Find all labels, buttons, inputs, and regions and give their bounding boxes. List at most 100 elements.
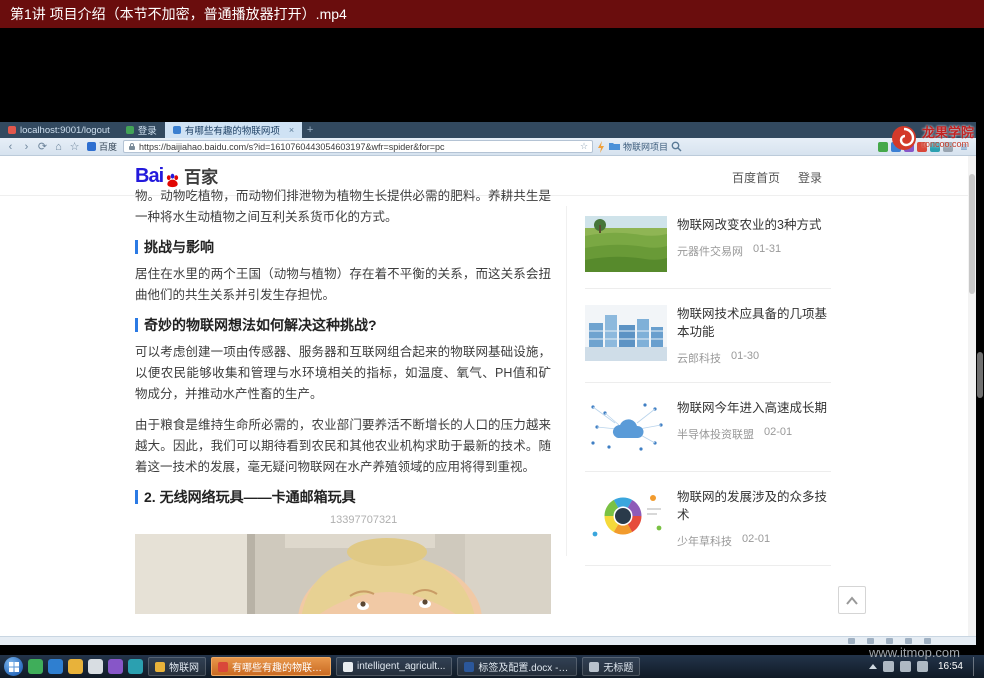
windows-taskbar: 物联网 有哪些有趣的物联网项目 intelligent_agricult... …	[0, 655, 984, 678]
quick-launch-icon[interactable]	[28, 659, 43, 674]
status-tool-icon[interactable]	[886, 638, 893, 644]
video-scrollbar-thumb[interactable]	[977, 352, 983, 398]
home-icon[interactable]: ⌂	[52, 139, 65, 155]
taskbar-item-word[interactable]: 标签及配置.docx - W...	[457, 657, 577, 676]
tab-favicon-icon	[8, 126, 16, 134]
related-article-item[interactable]: 物联网的发展涉及的众多技术 少年草科技 02-01	[585, 472, 831, 566]
related-article-item[interactable]: 物联网改变农业的3种方式 元器件交易网 01-31	[585, 200, 831, 289]
url-text: https://baijiahao.baidu.com/s?id=1610760…	[139, 142, 577, 152]
bookmark-star-icon[interactable]: ☆	[580, 141, 588, 152]
video-title-bar: 第1讲 项目介绍（本节不加密，普通播放器打开）.mp4	[0, 0, 984, 28]
show-desktop-button[interactable]	[973, 657, 980, 676]
windows-logo-icon	[9, 662, 19, 672]
quick-launch-icon[interactable]	[88, 659, 103, 674]
related-title: 物联网的发展涉及的众多技术	[677, 488, 827, 524]
tab-article-active[interactable]: 有哪些有趣的物联网项 ×	[165, 122, 302, 138]
status-tool-icon[interactable]	[905, 638, 912, 644]
close-icon[interactable]: ×	[289, 125, 294, 135]
quick-launch-folder-icon[interactable]	[68, 659, 83, 674]
folder-icon	[155, 662, 165, 672]
quick-launch-icon[interactable]	[128, 659, 143, 674]
heading-accent-bar	[135, 490, 138, 504]
article-heading: 奇妙的物联网想法如何解决这种挑战?	[135, 316, 551, 334]
status-tool-icon[interactable]	[848, 638, 855, 644]
related-article-item[interactable]: 物联网今年进入高速成长期 半导体投资联盟 02-01	[585, 383, 831, 472]
baidu-bookmark-button[interactable]: 百度	[84, 140, 120, 153]
browser-icon	[218, 662, 228, 672]
network-icon[interactable]	[917, 661, 928, 672]
back-icon[interactable]: ‹	[4, 139, 17, 155]
search-icon[interactable]	[671, 141, 682, 152]
extension-icon[interactable]	[878, 142, 888, 152]
forward-icon[interactable]: ›	[20, 139, 33, 155]
phone-watermark: 13397707321	[330, 514, 551, 526]
tray-expand-icon[interactable]	[869, 664, 877, 669]
ide-icon	[343, 662, 353, 672]
taskbar-item-browser-active[interactable]: 有哪些有趣的物联网项目	[211, 657, 331, 676]
related-date: 01-30	[731, 350, 759, 366]
baidu-home-link[interactable]: 百度首页	[732, 169, 780, 186]
related-article-item[interactable]: 物联网技术应具备的几项基本功能 云郎科技 01-30	[585, 289, 831, 383]
taskbar-item-folder[interactable]: 物联网	[148, 657, 206, 676]
header-links: 百度首页 登录	[732, 169, 822, 186]
login-link[interactable]: 登录	[798, 169, 822, 186]
page-scrollbar-thumb[interactable]	[969, 174, 975, 294]
article-body: 物。动物吃植物，而动物们排泄物为植物生长提供必需的肥料。养耕共生是一种将水生动植…	[135, 186, 551, 614]
start-button[interactable]	[4, 657, 23, 676]
lock-icon	[128, 142, 136, 151]
related-source: 半导体投资联盟	[677, 426, 754, 442]
input-method-icon[interactable]	[883, 661, 894, 672]
related-source: 元器件交易网	[677, 243, 743, 259]
thumb-buildings	[585, 305, 667, 361]
article-paragraph: 可以考虑创建一项由传感器、服务器和互联网组合起来的物联网基础设施，以便农民能够收…	[135, 342, 551, 405]
tab-login[interactable]: 登录	[118, 122, 165, 138]
baidu-site-icon	[87, 142, 96, 151]
quick-launch-icon[interactable]	[48, 659, 63, 674]
related-articles-sidebar: 物联网改变农业的3种方式 元器件交易网 01-31	[585, 200, 831, 566]
thumb-iot-cloud	[585, 399, 667, 455]
taskbar-item-notepad[interactable]: 无标题	[582, 657, 640, 676]
video-player: 第1讲 项目介绍（本节不加密，普通播放器打开）.mp4 localhost:90…	[0, 0, 984, 678]
page-scrollbar[interactable]	[968, 156, 976, 636]
itmop-watermark: www.itmop.com	[869, 645, 960, 660]
tab-favicon-icon	[126, 126, 134, 134]
browser-toolbar: ‹ › ⟳ ⌂ ☆ 百度 https://baijiahao.baidu.com…	[0, 138, 976, 156]
volume-icon[interactable]	[900, 661, 911, 672]
heading-accent-bar	[135, 318, 138, 332]
lightning-icon[interactable]	[596, 141, 606, 153]
roncoo-swirl-icon	[890, 124, 918, 152]
baidu-baijia-logo[interactable]: Bai 百家	[135, 163, 218, 188]
notepad-icon	[589, 662, 599, 672]
bookmark-folder-button[interactable]: 物联网项目	[609, 140, 668, 153]
webpage-baijiahao: Bai 百家 百度首页 登录 物。动物吃植物，而动物们排泄物为植物生长提供必需	[0, 156, 976, 636]
article-paragraph: 物。动物吃植物，而动物们排泄物为植物生长提供必需的肥料。养耕共生是一种将水生动植…	[135, 186, 551, 228]
favorite-star-icon[interactable]: ☆	[68, 139, 81, 155]
quick-launch-icon[interactable]	[108, 659, 123, 674]
heading-accent-bar	[135, 240, 138, 254]
status-tool-icon[interactable]	[924, 638, 931, 644]
tab-label: localhost:9001/logout	[20, 125, 110, 136]
new-tab-button[interactable]: +	[302, 122, 318, 138]
article-paragraph: 由于粮食是维持生命所必需的，农业部门要养活不断增长的人口的压力越来越大。因此，我…	[135, 415, 551, 478]
tab-label: 有哪些有趣的物联网项	[185, 123, 280, 137]
status-tool-icon[interactable]	[867, 638, 874, 644]
back-to-top-button[interactable]	[838, 586, 866, 614]
tab-localhost[interactable]: localhost:9001/logout	[0, 122, 118, 138]
address-bar[interactable]: https://baijiahao.baidu.com/s?id=1610760…	[123, 140, 593, 153]
thumb-color-wheel	[585, 488, 667, 544]
thumb-rice-terraces	[585, 216, 667, 272]
tab-favicon-icon	[173, 126, 181, 134]
word-icon	[464, 662, 474, 672]
related-date: 01-31	[753, 243, 781, 259]
tab-label: 登录	[138, 123, 157, 137]
logo-bai-text: Bai	[135, 165, 163, 188]
article-heading: 2. 无线网络玩具——卡通邮箱玩具	[135, 488, 551, 506]
folder-icon	[609, 142, 620, 151]
column-divider	[566, 206, 567, 556]
related-title: 物联网改变农业的3种方式	[677, 216, 827, 234]
taskbar-item-ide[interactable]: intelligent_agricult...	[336, 657, 452, 676]
taskbar-clock[interactable]: 16:54	[934, 661, 967, 672]
article-paragraph: 居住在水里的两个王国（动物与植物）存在着不平衡的关系，而这关系会扭曲他们的共生关…	[135, 264, 551, 306]
roncoo-brand-logo: 龙果学院 roncoo.com	[890, 124, 974, 152]
refresh-icon[interactable]: ⟳	[36, 139, 49, 155]
